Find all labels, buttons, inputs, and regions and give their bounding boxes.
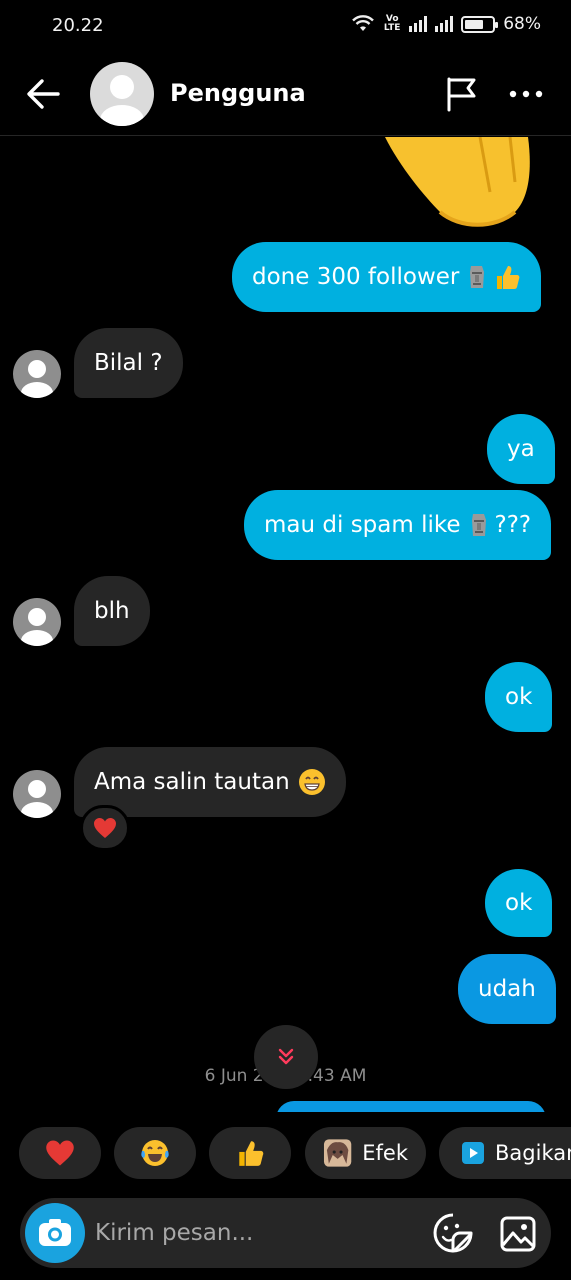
battery-percent: 68% <box>503 14 541 34</box>
status-icons: Vo LTE 68% <box>351 14 541 34</box>
double-chevron-down-icon <box>278 1048 294 1065</box>
image-gallery-icon <box>500 1216 536 1252</box>
heart-icon <box>94 818 116 838</box>
message-reaction[interactable] <box>80 805 130 851</box>
message-input[interactable] <box>95 1215 405 1251</box>
back-button[interactable] <box>22 74 66 114</box>
message-incoming[interactable]: blh <box>74 576 150 646</box>
waving-hand-sticker-icon[interactable] <box>380 137 535 227</box>
status-bar: 20.22 Vo LTE 68% <box>0 0 571 52</box>
message-outgoing[interactable]: mau di spam like ??? <box>244 490 552 560</box>
chat-header: Pengguna <box>0 52 571 136</box>
volte-indicator: Vo LTE <box>383 14 401 33</box>
battery-icon <box>461 15 499 33</box>
share-play-icon <box>462 1142 484 1164</box>
avatar[interactable] <box>13 350 61 398</box>
message-list[interactable]: done 300 follower Bilal ? ya mau di spam… <box>0 137 571 1112</box>
message-text: ok <box>505 684 533 710</box>
sticker-button[interactable] <box>432 1212 474 1254</box>
quick-reply-share[interactable]: Bagikan <box>439 1127 571 1179</box>
avatar[interactable] <box>13 770 61 818</box>
message-outgoing-partial[interactable] <box>276 1101 546 1112</box>
message-text-suffix: ??? <box>494 512 532 538</box>
quick-reply-heart[interactable] <box>19 1127 101 1179</box>
grinning-face-icon <box>298 769 325 795</box>
message-outgoing[interactable]: ya <box>487 414 555 484</box>
quick-reply-thumbs-up[interactable] <box>209 1127 291 1179</box>
message-text: blh <box>94 598 130 624</box>
message-incoming[interactable]: Bilal ? <box>74 328 183 398</box>
thumbs-up-icon <box>497 266 520 289</box>
message-composer <box>20 1198 551 1268</box>
heart-icon <box>46 1140 74 1166</box>
arrow-left-icon <box>27 79 60 109</box>
avatar[interactable] <box>13 598 61 646</box>
chip-label: Efek <box>362 1141 408 1165</box>
message-text: ok <box>505 890 533 916</box>
camera-icon <box>39 1219 71 1246</box>
message-text: Bilal ? <box>94 350 163 376</box>
moai-icon <box>470 266 485 288</box>
moai-icon <box>471 514 486 536</box>
default-avatar-icon <box>100 75 144 126</box>
message-outgoing[interactable]: ok <box>485 662 553 732</box>
signal-icon-2 <box>435 16 454 32</box>
default-avatar-icon <box>21 780 53 818</box>
default-avatar-icon <box>21 608 53 646</box>
message-outgoing[interactable]: udah <box>458 954 556 1024</box>
status-time: 20.22 <box>52 15 104 36</box>
message-outgoing[interactable]: ok <box>485 869 553 937</box>
sticker-icon <box>433 1213 473 1253</box>
effect-avatar-icon <box>323 1139 352 1167</box>
chip-label: Bagikan <box>495 1141 571 1165</box>
signal-icon <box>409 16 428 32</box>
thumbs-up-icon <box>239 1141 264 1166</box>
default-avatar-icon <box>21 360 53 398</box>
report-button[interactable] <box>442 74 482 114</box>
quick-reply-effects[interactable]: Efek <box>305 1127 426 1179</box>
quick-reply-laugh[interactable] <box>114 1127 196 1179</box>
camera-button[interactable] <box>25 1203 85 1263</box>
message-text: ya <box>507 436 535 462</box>
more-horizontal-icon <box>509 90 543 98</box>
contact-name[interactable]: Pengguna <box>170 79 306 107</box>
avatar[interactable] <box>90 62 154 126</box>
wifi-icon <box>352 15 375 31</box>
more-options-button[interactable] <box>506 76 546 112</box>
quick-reply-bar: Efek Bagikan <box>0 1124 571 1182</box>
message-text: udah <box>478 976 536 1002</box>
tears-of-joy-icon <box>141 1140 169 1166</box>
message-outgoing[interactable]: done 300 follower <box>232 242 542 312</box>
message-text: done 300 follower <box>252 264 460 290</box>
gallery-button[interactable] <box>496 1212 538 1254</box>
scroll-to-bottom-button[interactable] <box>254 1025 318 1089</box>
message-text: Ama salin tautan <box>94 769 290 795</box>
message-text: mau di spam like <box>264 512 461 538</box>
flag-icon <box>447 77 476 112</box>
